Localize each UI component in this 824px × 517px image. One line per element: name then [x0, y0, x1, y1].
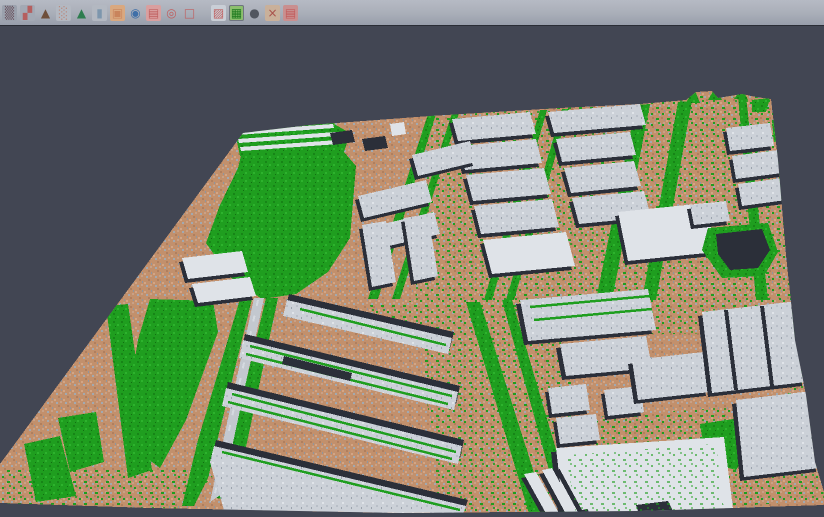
dense-cloud-icon[interactable]: ▒ — [2, 5, 17, 21]
height-filter-icon[interactable]: ▮ — [92, 5, 107, 21]
point-cloud-canvas — [0, 26, 824, 517]
layers-list-icon[interactable]: ▤ — [146, 5, 161, 21]
striped-tool-icon[interactable]: ▤ — [283, 5, 298, 21]
toolbar-icons: ▒▞▲░▲▮▣◉▤◎□▨▦●×▤ — [0, 5, 298, 21]
classify-ground-icon[interactable]: ▲ — [38, 5, 53, 21]
toolbar: ▒▞▲░▲▮▣◉▤◎□▨▦●×▤ — [0, 0, 824, 26]
disable-grid-icon[interactable]: ▨ — [211, 5, 226, 21]
colored-points-icon[interactable]: ▞ — [20, 5, 35, 21]
cut-points-icon[interactable]: × — [265, 5, 280, 21]
globe-icon[interactable]: ◉ — [128, 5, 143, 21]
ring-tool-icon[interactable]: ◎ — [164, 5, 179, 21]
bounds-select-icon[interactable]: □ — [182, 5, 197, 21]
3d-viewport[interactable] — [0, 26, 824, 517]
roof-speckle — [566, 444, 724, 514]
classification-colors-icon[interactable]: ▦ — [229, 5, 244, 21]
sparse-points-icon[interactable]: ░ — [56, 5, 71, 21]
application-window: ▒▞▲░▲▮▣◉▤◎□▨▦●×▤ — [0, 0, 824, 517]
mesh-sphere-icon[interactable]: ● — [247, 5, 262, 21]
region-box-icon[interactable]: ▣ — [110, 5, 125, 21]
classify-vegetation-icon[interactable]: ▲ — [74, 5, 89, 21]
